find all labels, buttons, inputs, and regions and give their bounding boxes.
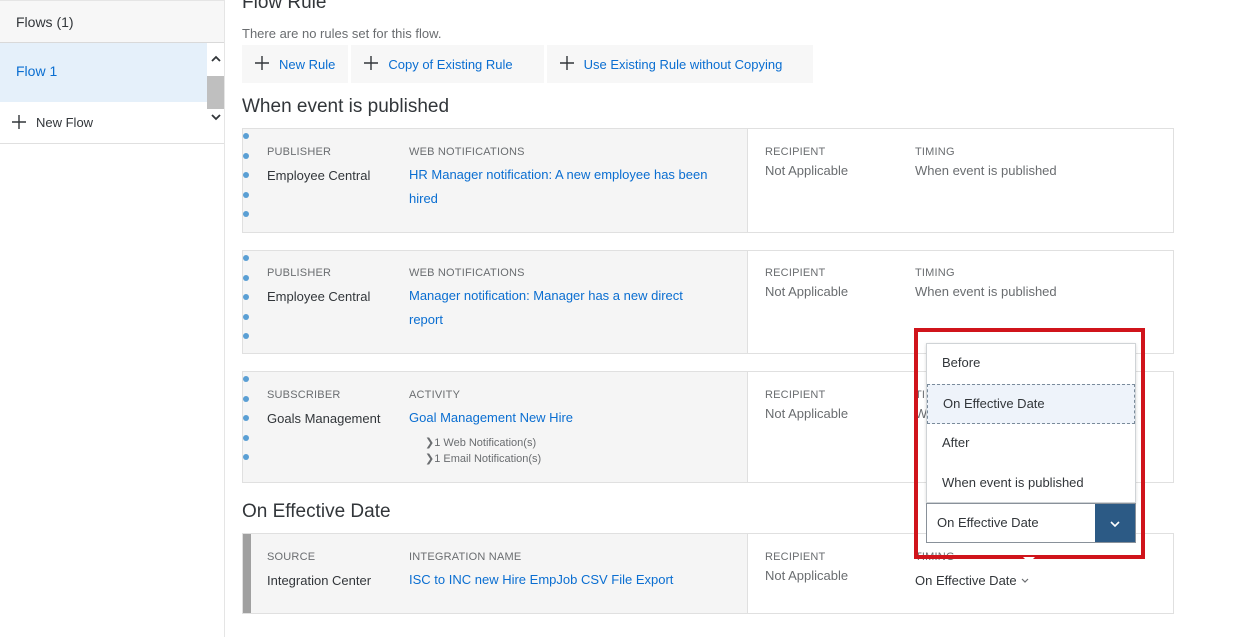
recipient-value: Not Applicable bbox=[765, 284, 849, 299]
timing-label: TIMING bbox=[915, 267, 955, 279]
recipient-label: RECIPIENT bbox=[765, 389, 826, 401]
integration-link[interactable]: ISC to INC new Hire EmpJob CSV File Expo… bbox=[409, 568, 673, 592]
source-value: Integration Center bbox=[267, 573, 372, 588]
recipient-label: RECIPIENT bbox=[765, 551, 826, 563]
chevron-right-icon: ❯ bbox=[425, 437, 435, 449]
recipient-value: Not Applicable bbox=[765, 163, 849, 178]
rule-card[interactable]: PUBLISHER Employee Central WEB NOTIFICAT… bbox=[242, 128, 1174, 233]
web-notification-count[interactable]: ❯1 Web Notification(s) bbox=[425, 436, 536, 449]
source-label: SOURCE bbox=[267, 551, 316, 563]
new-flow-button[interactable]: New Flow bbox=[0, 102, 207, 143]
timing-label: TIMING bbox=[915, 146, 955, 158]
copy-existing-rule-label: Copy of Existing Rule bbox=[388, 56, 513, 72]
timing-dropdown-trigger[interactable]: On Effective Date bbox=[915, 573, 1030, 588]
integration-name-label: INTEGRATION NAME bbox=[409, 551, 522, 563]
card-accent-bar bbox=[243, 534, 251, 613]
publisher-label: PUBLISHER bbox=[267, 146, 332, 158]
notification-link-cont[interactable]: hired bbox=[409, 187, 438, 211]
activity-link[interactable]: Goal Management New Hire bbox=[409, 406, 573, 430]
scroll-up-icon[interactable] bbox=[207, 53, 224, 69]
publisher-value: Employee Central bbox=[267, 168, 371, 183]
flows-header: Flows (1) bbox=[0, 0, 224, 43]
subscriber-label: SUBSCRIBER bbox=[267, 389, 341, 401]
timing-value: On Effective Date bbox=[915, 573, 1017, 588]
publisher-label: PUBLISHER bbox=[267, 267, 332, 279]
drag-handle-icon[interactable] bbox=[243, 255, 251, 353]
activity-label: ACTIVITY bbox=[409, 389, 461, 401]
option-when-event-published[interactable]: When event is published bbox=[927, 464, 1135, 504]
subscriber-value: Goals Management bbox=[267, 411, 381, 426]
rule-toolbar: New Rule Copy of Existing Rule Use Exist… bbox=[242, 45, 814, 83]
page-title: Flow Rule bbox=[242, 0, 327, 13]
scrollbar-thumb[interactable] bbox=[207, 76, 224, 109]
no-rules-message: There are no rules set for this flow. bbox=[242, 26, 442, 41]
use-existing-rule-button[interactable]: Use Existing Rule without Copying bbox=[546, 45, 814, 83]
notification-link-cont[interactable]: report bbox=[409, 308, 443, 332]
new-rule-button[interactable]: New Rule bbox=[242, 45, 349, 83]
option-on-effective-date[interactable]: On Effective Date bbox=[927, 384, 1135, 424]
option-before[interactable]: Before bbox=[927, 344, 1135, 384]
section-title-published: When event is published bbox=[242, 96, 450, 117]
new-rule-label: New Rule bbox=[279, 56, 336, 72]
sidebar-divider bbox=[0, 143, 224, 144]
popover-arrow bbox=[1023, 557, 1035, 563]
copy-existing-rule-button[interactable]: Copy of Existing Rule bbox=[351, 45, 544, 83]
publisher-value: Employee Central bbox=[267, 289, 371, 304]
recipient-label: RECIPIENT bbox=[765, 267, 826, 279]
web-notifications-label: WEB NOTIFICATIONS bbox=[409, 267, 525, 279]
plus-icon bbox=[364, 55, 379, 73]
chevron-down-icon bbox=[1020, 573, 1030, 588]
timing-select-value: On Effective Date bbox=[937, 515, 1039, 530]
flows-sidebar: Flows (1) Flow 1 New Flow bbox=[0, 0, 225, 637]
recipient-value: Not Applicable bbox=[765, 568, 849, 583]
drag-handle-icon[interactable] bbox=[243, 376, 251, 474]
plus-icon bbox=[559, 55, 574, 73]
notification-link[interactable]: Manager notification: Manager has a new … bbox=[409, 284, 683, 308]
sidebar-item-flow-1[interactable]: Flow 1 bbox=[0, 43, 207, 102]
scroll-down-icon[interactable] bbox=[207, 111, 224, 127]
sidebar-scrollbar[interactable] bbox=[207, 43, 224, 143]
drag-handle-icon[interactable] bbox=[243, 133, 251, 231]
email-notification-count[interactable]: ❯1 Email Notification(s) bbox=[425, 452, 541, 465]
new-flow-label: New Flow bbox=[36, 115, 94, 130]
web-notifications-label: WEB NOTIFICATIONS bbox=[409, 146, 525, 158]
recipient-value: Not Applicable bbox=[765, 406, 849, 421]
plus-icon bbox=[12, 114, 26, 131]
timing-value: When event is published bbox=[915, 284, 1057, 299]
timing-value: When event is published bbox=[915, 163, 1057, 178]
notification-link[interactable]: HR Manager notification: A new employee … bbox=[409, 163, 707, 187]
recipient-label: RECIPIENT bbox=[765, 146, 826, 158]
plus-icon bbox=[255, 55, 269, 73]
chevron-down-icon[interactable] bbox=[1095, 504, 1135, 542]
section-title-effective-date: On Effective Date bbox=[242, 501, 391, 522]
timing-select[interactable]: On Effective Date bbox=[926, 503, 1136, 543]
use-existing-rule-label: Use Existing Rule without Copying bbox=[583, 56, 783, 72]
timing-options-list: Before On Effective Date After When even… bbox=[926, 343, 1136, 503]
option-after[interactable]: After bbox=[927, 424, 1135, 464]
chevron-right-icon: ❯ bbox=[425, 453, 435, 465]
